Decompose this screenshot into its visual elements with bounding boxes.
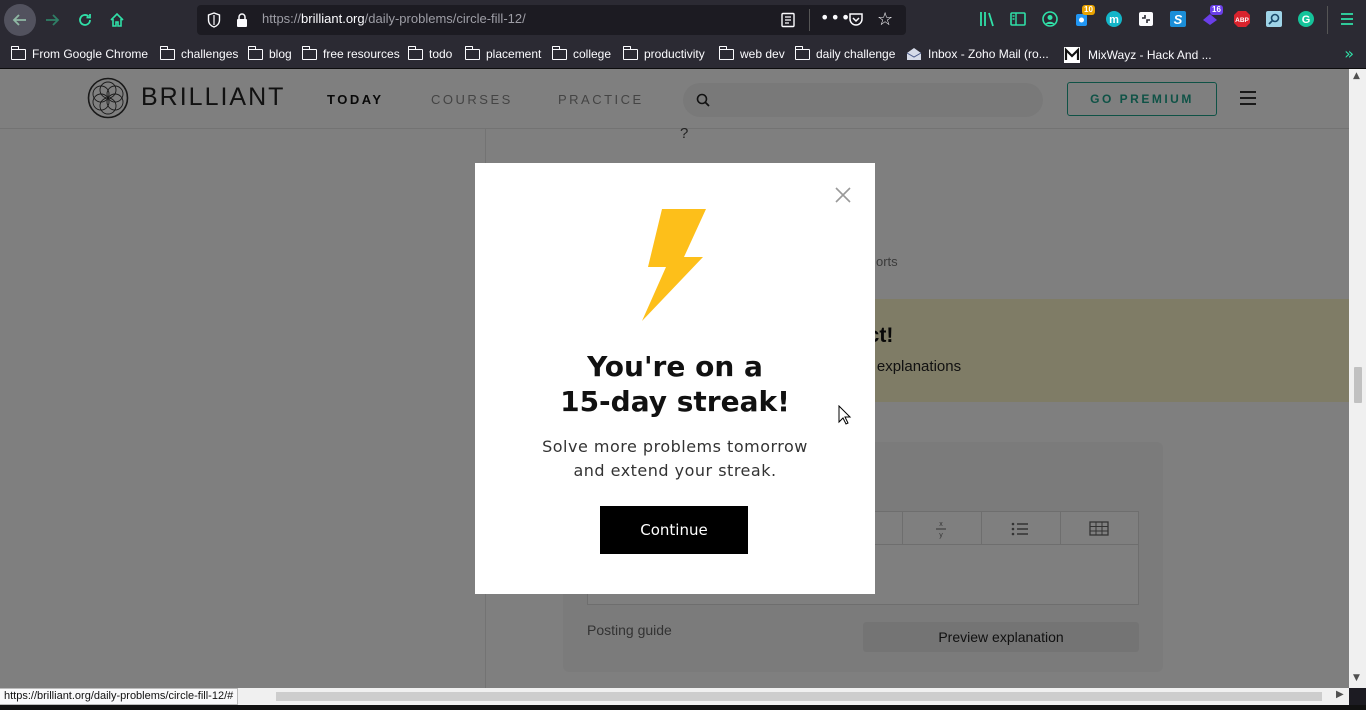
url-path: /daily-problems/circle-fill-12/ <box>364 11 526 26</box>
s-extension-icon[interactable]: S <box>1169 10 1187 28</box>
bookmark-label: blog <box>269 47 292 61</box>
url-prefix: https:// <box>262 11 302 26</box>
streak-title: You're on a 15-day streak! <box>475 349 875 419</box>
svg-text:m: m <box>1109 14 1119 26</box>
purple-extension-badge: 16 <box>1210 5 1223 15</box>
vertical-scrollbar[interactable]: ▲ ▼ <box>1349 69 1366 688</box>
url-text[interactable]: https://brilliant.org/daily-problems/cir… <box>262 11 526 26</box>
reload-icon <box>79 14 91 26</box>
grammarly-icon[interactable]: G <box>1297 10 1315 28</box>
bookmark-folder[interactable]: From Google Chrome <box>11 45 149 61</box>
folder-icon <box>465 45 480 60</box>
extension-badge-count: 10 <box>1082 5 1095 15</box>
forward-arrow-icon <box>46 14 60 26</box>
folder-icon <box>160 45 175 60</box>
bookmark-label: free resources <box>323 47 400 61</box>
toolbar-separator <box>1327 6 1328 34</box>
library-icon[interactable] <box>978 10 996 28</box>
zoho-mail-icon <box>906 48 922 60</box>
status-link-preview: https://brilliant.org/daily-problems/cir… <box>0 688 239 705</box>
bookmark-folder[interactable]: web dev <box>719 45 785 61</box>
bookmark-folder[interactable]: placement <box>465 45 542 61</box>
bookmark-folder[interactable]: free resources <box>302 45 400 61</box>
streak-message: Solve more problems tomorrow and extend … <box>475 435 875 483</box>
svg-text:S: S <box>1174 12 1183 27</box>
folder-icon <box>795 45 810 60</box>
folder-icon <box>623 45 638 60</box>
scroll-down-arrow-icon[interactable]: ▼ <box>1353 673 1360 683</box>
scroll-right-arrow-icon[interactable]: ▶ <box>1336 689 1344 700</box>
bookmark-label: todo <box>429 47 453 61</box>
page-viewport: BRILLIANT TODAY COURSES PRACTICE GO PREM… <box>0 69 1349 688</box>
bookmark-label: challenges <box>181 47 239 61</box>
continue-button[interactable]: Continue <box>600 506 748 554</box>
folder-icon <box>248 45 263 60</box>
url-domain: brilliant.org <box>301 11 365 26</box>
lock-icon[interactable] <box>235 12 249 28</box>
folder-icon <box>719 45 734 60</box>
bookmark-label: web dev <box>740 47 785 61</box>
bookmark-star-icon[interactable]: ☆ <box>877 9 893 30</box>
scroll-up-arrow-icon[interactable]: ▲ <box>1353 71 1360 81</box>
folder-icon <box>408 45 423 60</box>
bookmark-folder[interactable]: daily challenge <box>795 45 896 61</box>
close-icon[interactable] <box>834 186 852 204</box>
bookmark-folder[interactable]: productivity <box>623 45 705 61</box>
folder-icon <box>552 45 567 60</box>
screenshot-icon[interactable] <box>1137 10 1155 28</box>
home-button[interactable] <box>101 4 133 36</box>
streak-message-line-2: and extend your streak. <box>573 461 777 480</box>
bookmark-label: MixWayz - Hack And ... <box>1088 48 1212 62</box>
page-actions-icon[interactable]: ••• <box>820 8 851 27</box>
browser-toolbar: https://brilliant.org/daily-problems/cir… <box>0 0 1366 40</box>
home-icon <box>110 12 124 27</box>
address-bar[interactable]: https://brilliant.org/daily-problems/cir… <box>197 5 906 35</box>
bookmark-label: Inbox - Zoho Mail (ro... <box>928 47 1049 61</box>
bookmark-label: placement <box>486 47 542 61</box>
streak-message-line-1: Solve more problems tomorrow <box>542 437 808 456</box>
adblock-icon[interactable]: ABP <box>1233 10 1251 28</box>
back-button[interactable] <box>4 4 36 36</box>
folder-icon <box>302 45 317 60</box>
taskbar-edge <box>0 705 1366 710</box>
grammarly-label: G <box>1302 14 1311 26</box>
bookmark-link[interactable]: MixWayz - Hack And ... <box>1064 47 1212 63</box>
search-extension-icon[interactable] <box>1265 10 1283 28</box>
mixwayz-icon <box>1064 47 1080 63</box>
bookmark-label: From Google Chrome <box>32 47 149 61</box>
url-separator <box>809 9 810 31</box>
scrollbar-thumb[interactable] <box>1354 367 1362 403</box>
streak-title-line-1: You're on a <box>587 350 763 383</box>
streak-title-line-2: 15-day streak! <box>560 385 790 418</box>
m-extension-icon[interactable]: m <box>1105 10 1123 28</box>
forward-button[interactable] <box>36 4 68 36</box>
bookmark-link[interactable]: Inbox - Zoho Mail (ro... <box>906 47 1049 61</box>
tracking-shield-icon[interactable] <box>207 12 221 28</box>
bookmark-label: college <box>573 47 612 61</box>
streak-modal: You're on a 15-day streak! Solve more pr… <box>475 163 875 594</box>
sidebar-icon[interactable] <box>1009 10 1027 28</box>
more-bookmarks-chevron-icon[interactable]: » <box>1344 44 1354 63</box>
reload-button[interactable] <box>69 4 101 36</box>
horizontal-scrollbar-thumb[interactable] <box>276 692 1322 701</box>
folder-icon <box>11 45 26 60</box>
bookmark-folder[interactable]: challenges <box>160 45 239 61</box>
bookmark-label: daily challenge <box>816 47 896 61</box>
adblock-label: ABP <box>1235 17 1249 24</box>
bookmark-folder[interactable]: todo <box>408 45 453 61</box>
bookmark-folder[interactable]: college <box>552 45 612 61</box>
bookmark-label: productivity <box>644 47 705 61</box>
bookmarks-toolbar: From Google Chrome challenges blog free … <box>0 40 1366 69</box>
menu-icon[interactable] <box>1338 10 1356 28</box>
account-icon[interactable] <box>1041 10 1059 28</box>
back-arrow-icon <box>12 14 26 26</box>
reader-view-icon[interactable] <box>780 12 796 28</box>
pocket-icon[interactable] <box>848 12 864 28</box>
bookmark-folder[interactable]: blog <box>248 45 292 61</box>
mouse-cursor-icon <box>838 405 852 425</box>
lightning-bolt-icon <box>642 209 706 321</box>
